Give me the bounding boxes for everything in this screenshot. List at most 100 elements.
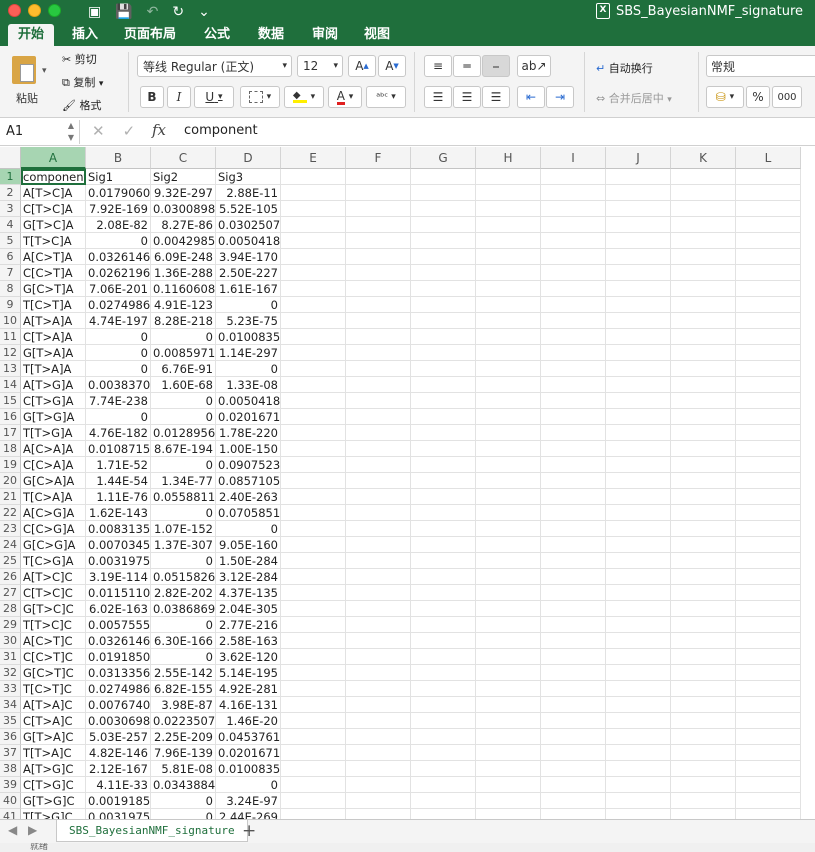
- empty-cell[interactable]: [411, 185, 476, 201]
- empty-cell[interactable]: [411, 665, 476, 681]
- value-cell[interactable]: 0.03025077: [216, 217, 281, 233]
- empty-cell[interactable]: [476, 217, 541, 233]
- empty-cell[interactable]: [541, 457, 606, 473]
- empty-cell[interactable]: [281, 617, 346, 633]
- empty-cell[interactable]: [606, 745, 671, 761]
- value-cell[interactable]: 1.14E-297: [216, 345, 281, 361]
- value-cell[interactable]: 6.30E-166: [151, 633, 216, 649]
- empty-cell[interactable]: [541, 793, 606, 809]
- component-cell[interactable]: T[T>A]A: [21, 361, 86, 377]
- value-cell[interactable]: 3.12E-284: [216, 569, 281, 585]
- value-cell[interactable]: 0.09075232: [216, 457, 281, 473]
- increase-indent-button[interactable]: ⇥: [546, 86, 574, 108]
- cancel-icon[interactable]: ✕: [92, 122, 105, 140]
- component-cell[interactable]: C[C>G]A: [21, 521, 86, 537]
- value-cell[interactable]: 4.11E-33: [86, 777, 151, 793]
- row-header[interactable]: 24: [0, 537, 21, 553]
- empty-cell[interactable]: [736, 329, 801, 345]
- value-cell[interactable]: 0.00191851: [86, 793, 151, 809]
- row-header[interactable]: 4: [0, 217, 21, 233]
- percent-style-button[interactable]: %: [746, 86, 770, 108]
- empty-cell[interactable]: [671, 553, 736, 569]
- empty-cell[interactable]: [346, 201, 411, 217]
- row-header[interactable]: 1: [0, 169, 21, 185]
- value-cell[interactable]: 2.88E-11: [216, 185, 281, 201]
- empty-cell[interactable]: [476, 585, 541, 601]
- empty-cell[interactable]: [541, 313, 606, 329]
- value-cell[interactable]: 0.00306987: [86, 713, 151, 729]
- empty-cell[interactable]: [671, 569, 736, 585]
- empty-cell[interactable]: [736, 569, 801, 585]
- empty-cell[interactable]: [476, 601, 541, 617]
- value-cell[interactable]: 0.02749861: [86, 681, 151, 697]
- component-cell[interactable]: C[T>G]A: [21, 393, 86, 409]
- empty-cell[interactable]: [281, 233, 346, 249]
- number-format-select[interactable]: 常规: [706, 55, 815, 77]
- spreadsheet-grid[interactable]: A B C D E F G H I J K L 1 component Sig1 Sig2 Sig3 2 A[T>C…: [0, 147, 815, 819]
- empty-cell[interactable]: [736, 313, 801, 329]
- empty-cell[interactable]: [411, 281, 476, 297]
- empty-cell[interactable]: [411, 553, 476, 569]
- empty-cell[interactable]: [476, 425, 541, 441]
- value-cell[interactable]: 7.92E-169: [86, 201, 151, 217]
- empty-cell[interactable]: [671, 201, 736, 217]
- empty-cell[interactable]: [476, 537, 541, 553]
- value-cell[interactable]: 0.00831353: [86, 521, 151, 537]
- underline-button[interactable]: U ▾: [194, 86, 234, 108]
- component-cell[interactable]: C[T>C]A: [21, 201, 86, 217]
- empty-cell[interactable]: [476, 777, 541, 793]
- empty-cell[interactable]: [346, 585, 411, 601]
- value-cell[interactable]: 2.50E-227: [216, 265, 281, 281]
- empty-cell[interactable]: [736, 793, 801, 809]
- empty-cell[interactable]: [671, 585, 736, 601]
- empty-cell[interactable]: [476, 457, 541, 473]
- empty-cell[interactable]: [606, 649, 671, 665]
- empty-cell[interactable]: [606, 393, 671, 409]
- value-cell[interactable]: 0.01008359: [216, 329, 281, 345]
- empty-cell[interactable]: [736, 665, 801, 681]
- value-cell[interactable]: 0.0085971: [151, 345, 216, 361]
- tab-data[interactable]: 数据: [248, 24, 294, 46]
- empty-cell[interactable]: [346, 505, 411, 521]
- empty-cell[interactable]: [346, 457, 411, 473]
- font-size-select[interactable]: 12 ▾: [297, 55, 343, 77]
- row-header[interactable]: 29: [0, 617, 21, 633]
- empty-cell[interactable]: [606, 777, 671, 793]
- empty-cell[interactable]: [476, 809, 541, 819]
- empty-cell[interactable]: [411, 681, 476, 697]
- name-box[interactable]: A1 ▲ ▼: [0, 120, 80, 144]
- row-header[interactable]: 25: [0, 553, 21, 569]
- value-cell[interactable]: 4.74E-197: [86, 313, 151, 329]
- empty-cell[interactable]: [411, 745, 476, 761]
- empty-cell[interactable]: [411, 537, 476, 553]
- empty-cell[interactable]: [736, 633, 801, 649]
- empty-cell[interactable]: [671, 505, 736, 521]
- value-cell[interactable]: 4.37E-135: [216, 585, 281, 601]
- component-cell[interactable]: C[T>C]C: [21, 585, 86, 601]
- empty-cell[interactable]: [541, 617, 606, 633]
- component-cell[interactable]: G[T>G]C: [21, 793, 86, 809]
- empty-cell[interactable]: [476, 729, 541, 745]
- redo-icon[interactable]: ↻: [172, 2, 184, 22]
- empty-cell[interactable]: [541, 473, 606, 489]
- empty-cell[interactable]: [411, 233, 476, 249]
- bold-button[interactable]: B: [140, 86, 164, 108]
- empty-cell[interactable]: [736, 185, 801, 201]
- component-cell[interactable]: C[C>T]C: [21, 649, 86, 665]
- select-all-corner[interactable]: [0, 147, 21, 169]
- empty-cell[interactable]: [541, 265, 606, 281]
- value-cell[interactable]: 1.44E-54: [86, 473, 151, 489]
- component-cell[interactable]: G[T>A]A: [21, 345, 86, 361]
- empty-cell[interactable]: [476, 393, 541, 409]
- empty-cell[interactable]: [606, 505, 671, 521]
- value-cell[interactable]: 2.77E-216: [216, 617, 281, 633]
- value-cell[interactable]: 8.27E-86: [151, 217, 216, 233]
- empty-cell[interactable]: [281, 761, 346, 777]
- value-cell[interactable]: 3.62E-120: [216, 649, 281, 665]
- component-cell[interactable]: A[T>G]A: [21, 377, 86, 393]
- value-cell[interactable]: 0: [151, 809, 216, 819]
- increase-font-size-button[interactable]: A ▲: [348, 55, 376, 77]
- empty-cell[interactable]: [606, 537, 671, 553]
- align-top-button[interactable]: ≡: [424, 55, 452, 77]
- empty-cell[interactable]: [346, 393, 411, 409]
